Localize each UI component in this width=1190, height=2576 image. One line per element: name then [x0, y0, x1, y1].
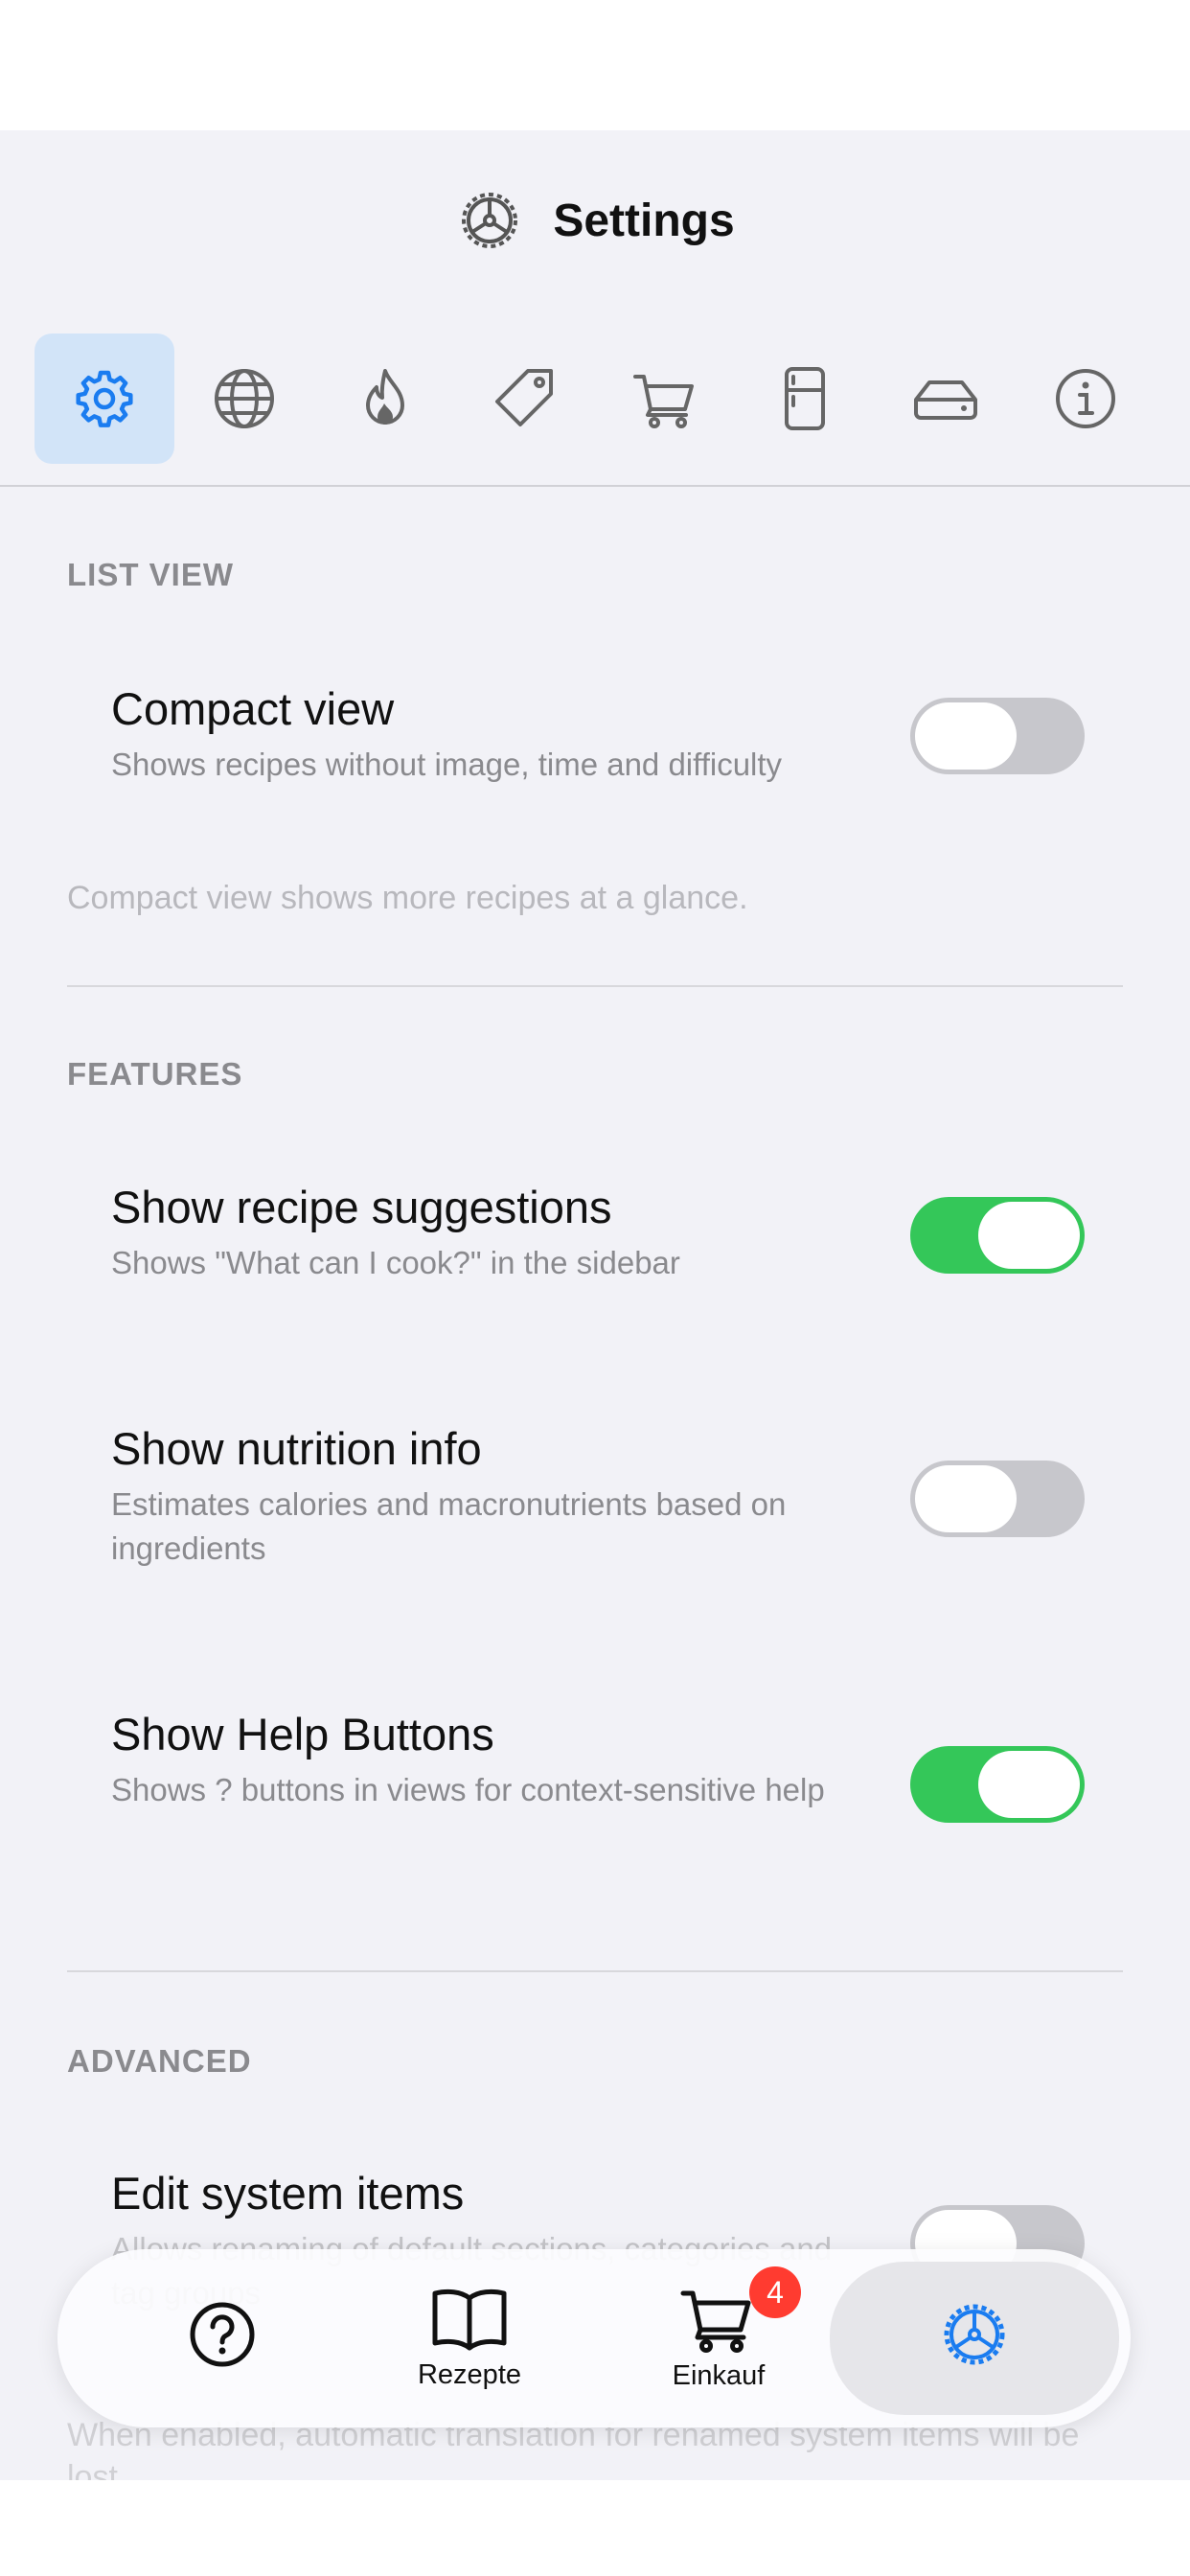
title-bar: Settings	[0, 130, 1190, 312]
tab-pantry[interactable]	[735, 334, 875, 464]
home-indicator-area	[0, 2480, 1190, 2576]
cart-icon	[680, 2290, 751, 2353]
section-footer-list-view: Compact view shows more recipes at a gla…	[67, 880, 748, 916]
section-header-list-view: LIST VIEW	[67, 557, 234, 592]
tab-about[interactable]	[1016, 334, 1156, 464]
setting-subtitle: Estimates calories and macronutrients ba…	[111, 1486, 787, 1566]
compact-view-toggle[interactable]	[910, 698, 1085, 774]
tab-language[interactable]	[174, 334, 314, 464]
tab-shopping-list[interactable]: Einkauf 4	[632, 2249, 805, 2427]
tag-icon	[494, 369, 553, 426]
tab-shopping[interactable]	[595, 334, 735, 464]
recipe-suggestions-toggle[interactable]	[910, 1197, 1085, 1274]
section-divider	[67, 1970, 1123, 1972]
nutrition-info-toggle[interactable]	[910, 1460, 1085, 1537]
setting-subtitle: Shows "What can I cook?" in the sidebar	[111, 1245, 680, 1280]
book-icon	[432, 2288, 507, 2350]
tab-settings[interactable]	[830, 2262, 1119, 2415]
gear-icon	[76, 370, 133, 427]
drive-icon	[913, 380, 977, 420]
cart-count-badge: 4	[749, 2266, 801, 2318]
tab-nutrition[interactable]	[315, 334, 455, 464]
tab-label: Einkauf	[672, 2359, 766, 2391]
cart-icon	[633, 375, 695, 428]
help-buttons-toggle[interactable]	[910, 1746, 1085, 1823]
tabs-divider	[0, 485, 1190, 487]
tab-tags[interactable]	[455, 334, 595, 464]
settings-wheel-icon	[944, 2304, 1005, 2365]
tab-recipes[interactable]: Rezepte	[383, 2249, 556, 2427]
tab-label: Rezepte	[417, 2358, 521, 2390]
section-header-advanced: ADVANCED	[67, 2043, 252, 2079]
bottom-tab-bar: Rezepte Einkauf 4	[57, 2249, 1131, 2427]
settings-category-tabs	[34, 334, 1156, 464]
section-divider	[67, 985, 1123, 987]
tab-storage[interactable]	[876, 334, 1016, 464]
tab-general[interactable]	[34, 334, 174, 464]
globe-icon	[215, 369, 275, 428]
fridge-icon	[785, 367, 826, 430]
question-mark-icon	[190, 2302, 255, 2367]
settings-wheel-icon	[462, 193, 518, 248]
flame-icon	[365, 369, 404, 425]
setting-subtitle: Shows recipes without image, time and di…	[111, 747, 783, 782]
section-header-features: FEATURES	[67, 1056, 243, 1092]
info-icon	[1055, 369, 1115, 428]
page-title: Settings	[553, 195, 735, 246]
status-bar	[0, 0, 1190, 130]
setting-subtitle: Shows ? buttons in views for context-sen…	[111, 1772, 825, 1807]
settings-screen: Settings LIST VIEW Compact view Shows re…	[0, 130, 1190, 2480]
tab-help[interactable]	[155, 2249, 289, 2427]
